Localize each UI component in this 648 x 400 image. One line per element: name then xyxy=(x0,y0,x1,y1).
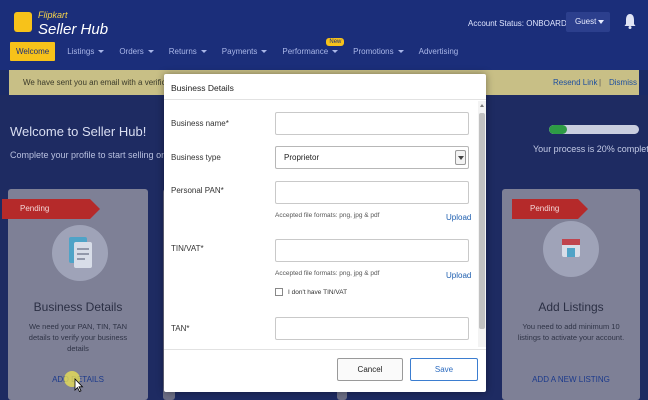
personal-pan-input[interactable] xyxy=(275,181,469,204)
chevron-down-icon xyxy=(332,49,339,53)
tin-format-help: Accepted file formats: png, jpg & pdf xyxy=(275,270,380,277)
chevron-down-icon xyxy=(455,150,466,165)
progress-fill xyxy=(549,125,567,134)
card-title: Business Details xyxy=(33,300,123,314)
tab-listings[interactable]: Listings xyxy=(67,47,105,56)
modal-footer: Cancel Save xyxy=(164,349,486,392)
mouse-pointer-icon xyxy=(74,378,84,392)
business-name-input[interactable] xyxy=(275,112,469,135)
tab-returns[interactable]: Returns xyxy=(169,47,207,56)
profile-progress-bar xyxy=(549,125,639,134)
chevron-down-icon xyxy=(147,49,154,53)
save-button[interactable]: Save xyxy=(410,358,478,381)
tin-upload-link[interactable]: Upload xyxy=(446,271,471,280)
business-type-value: Proprietor xyxy=(284,153,320,162)
add-new-listing-link[interactable]: ADD A NEW LISTING xyxy=(502,375,640,384)
business-details-card[interactable]: Pending Business Details We need your PA… xyxy=(2,189,148,400)
tab-orders[interactable]: Orders xyxy=(119,47,154,56)
cancel-button[interactable]: Cancel xyxy=(337,358,403,381)
modal-title: Business Details xyxy=(171,83,234,93)
account-status-label: Account Status: xyxy=(468,19,525,28)
pending-ribbon: Pending xyxy=(512,199,588,219)
modal-scrollbar[interactable] xyxy=(478,101,486,347)
tab-payments[interactable]: Payments xyxy=(222,47,268,56)
pending-ribbon: Pending xyxy=(2,199,100,219)
chevron-down-icon xyxy=(200,49,207,53)
pan-upload-link[interactable]: Upload xyxy=(446,213,471,222)
business-type-label: Business type xyxy=(171,153,221,162)
tab-advertising[interactable]: Advertising xyxy=(419,47,459,56)
chevron-down-icon xyxy=(261,49,268,53)
tin-vat-label: TIN/VAT* xyxy=(171,244,204,253)
add-listings-card[interactable]: Pending Add Listings You need to add min… xyxy=(502,189,640,400)
chevron-down-icon xyxy=(98,49,105,53)
chevron-down-icon xyxy=(397,49,404,53)
dismiss-link[interactable]: Dismiss xyxy=(609,78,637,87)
banner-separator: | xyxy=(599,78,602,87)
store-icon xyxy=(543,221,599,277)
tan-label: TAN* xyxy=(171,324,190,333)
scroll-thumb[interactable] xyxy=(479,113,485,329)
scroll-up-icon[interactable] xyxy=(480,104,484,107)
logo-brand-text: Flipkart xyxy=(38,10,68,20)
tin-vat-input[interactable] xyxy=(275,239,469,262)
tab-performance[interactable]: Performance New xyxy=(282,37,345,56)
tan-input[interactable] xyxy=(275,317,469,340)
user-menu-button[interactable]: Guest xyxy=(566,12,610,32)
business-type-select[interactable]: Proprietor xyxy=(275,146,469,169)
chevron-down-icon xyxy=(598,20,604,24)
no-tin-vat-label: I don't have TIN/VAT xyxy=(288,289,348,296)
documents-icon xyxy=(52,225,108,281)
account-status: Account Status: ONBOARDING xyxy=(468,19,581,28)
card-title: Add Listings xyxy=(538,300,604,314)
business-name-label: Business name* xyxy=(171,119,229,128)
welcome-title: Welcome to Seller Hub! xyxy=(10,124,147,139)
resend-link[interactable]: Resend Link xyxy=(553,78,597,87)
cart-logo-icon xyxy=(14,12,32,32)
top-header: Flipkart Seller Hub Account Status: ONBO… xyxy=(0,0,648,70)
welcome-subtitle: Complete your profile to start selling o… xyxy=(10,150,177,160)
new-badge: New xyxy=(326,37,345,46)
banner-message: We have sent you an email with a verific… xyxy=(23,78,183,87)
main-nav: Welcome Listings Orders Returns Payments… xyxy=(10,37,473,62)
tab-welcome[interactable]: Welcome xyxy=(10,41,56,61)
modal-body: Business name* Business type Proprietor … xyxy=(164,101,478,347)
tab-promotions[interactable]: Promotions xyxy=(353,47,404,56)
pan-format-help: Accepted file formats: png, jpg & pdf xyxy=(275,212,380,219)
progress-text: Your process is 20% complete xyxy=(533,144,648,154)
personal-pan-label: Personal PAN* xyxy=(171,186,224,195)
business-details-modal: Business Details Business name* Business… xyxy=(164,74,486,392)
logo-title-text: Seller Hub xyxy=(38,21,109,38)
notification-bell-icon[interactable] xyxy=(624,13,636,29)
user-menu-label: Guest xyxy=(575,17,597,26)
modal-header: Business Details xyxy=(164,74,486,100)
no-tin-vat-checkbox[interactable] xyxy=(275,288,283,296)
card-description: You need to add minimum 10 listings to a… xyxy=(517,322,625,342)
card-description: We need your PAN, TIN, TAN details to ve… xyxy=(28,322,128,353)
